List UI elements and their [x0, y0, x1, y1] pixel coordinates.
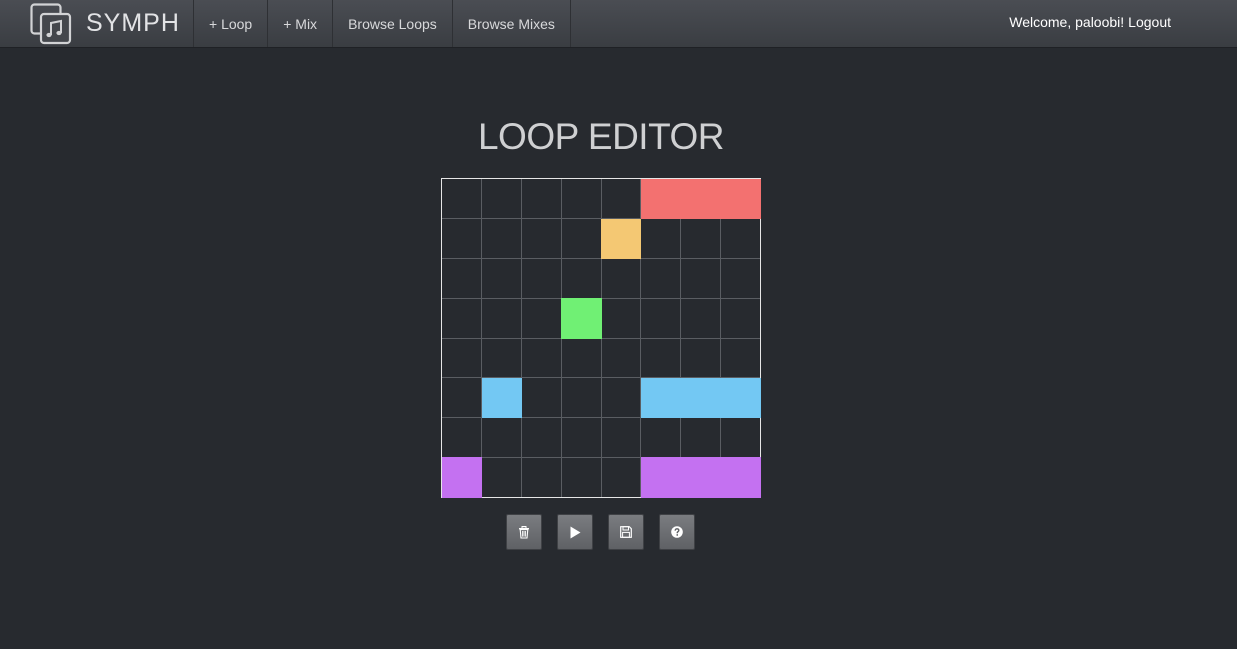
grid-cell-active[interactable]: [720, 179, 761, 220]
brand[interactable]: SYMPH: [30, 0, 180, 47]
grid-cell-active[interactable]: [680, 457, 721, 498]
save-button[interactable]: [608, 514, 644, 550]
help-icon: [671, 526, 683, 538]
grid-cell-active[interactable]: [720, 457, 761, 498]
nav-link-browse-mixes[interactable]: Browse Mixes: [453, 0, 571, 47]
loop-grid[interactable]: [441, 178, 761, 498]
editor-controls: [506, 514, 710, 550]
grid-cell-active[interactable]: [442, 457, 483, 498]
grid-cell-active[interactable]: [640, 377, 681, 418]
nav-links: + Loop + Mix Browse Loops Browse Mixes: [193, 0, 571, 47]
brand-name: SYMPH: [86, 9, 180, 37]
help-button[interactable]: [659, 514, 695, 550]
welcome-text: Welcome, paloobi!: [1009, 14, 1125, 30]
page-title: LOOP EDITOR: [477, 116, 725, 157]
save-icon: [620, 526, 632, 538]
grid-cell-active[interactable]: [680, 377, 721, 418]
grid-cell-active[interactable]: [640, 457, 681, 498]
music-note-logo-icon: [30, 2, 72, 44]
grid-cell-active[interactable]: [601, 218, 642, 259]
trash-button[interactable]: [506, 514, 542, 550]
trash-icon: [519, 525, 529, 539]
nav-link-browse-loops[interactable]: Browse Loops: [333, 0, 453, 47]
grid-cell-active[interactable]: [680, 179, 721, 220]
grid-cell-active[interactable]: [481, 377, 522, 418]
user-area: Welcome, paloobi! Logout: [1009, 0, 1171, 44]
grid-cell-active[interactable]: [640, 179, 681, 220]
grid-cell-active[interactable]: [720, 377, 761, 418]
nav-link-add-loop[interactable]: + Loop: [194, 0, 269, 47]
play-icon: [570, 526, 581, 538]
grid-cell-active[interactable]: [561, 298, 602, 339]
logout-link[interactable]: Logout: [1128, 14, 1171, 30]
play-button[interactable]: [557, 514, 593, 550]
nav-link-add-mix[interactable]: + Mix: [268, 0, 334, 47]
navbar: SYMPH + Loop + Mix Browse Loops Browse M…: [0, 0, 1237, 48]
